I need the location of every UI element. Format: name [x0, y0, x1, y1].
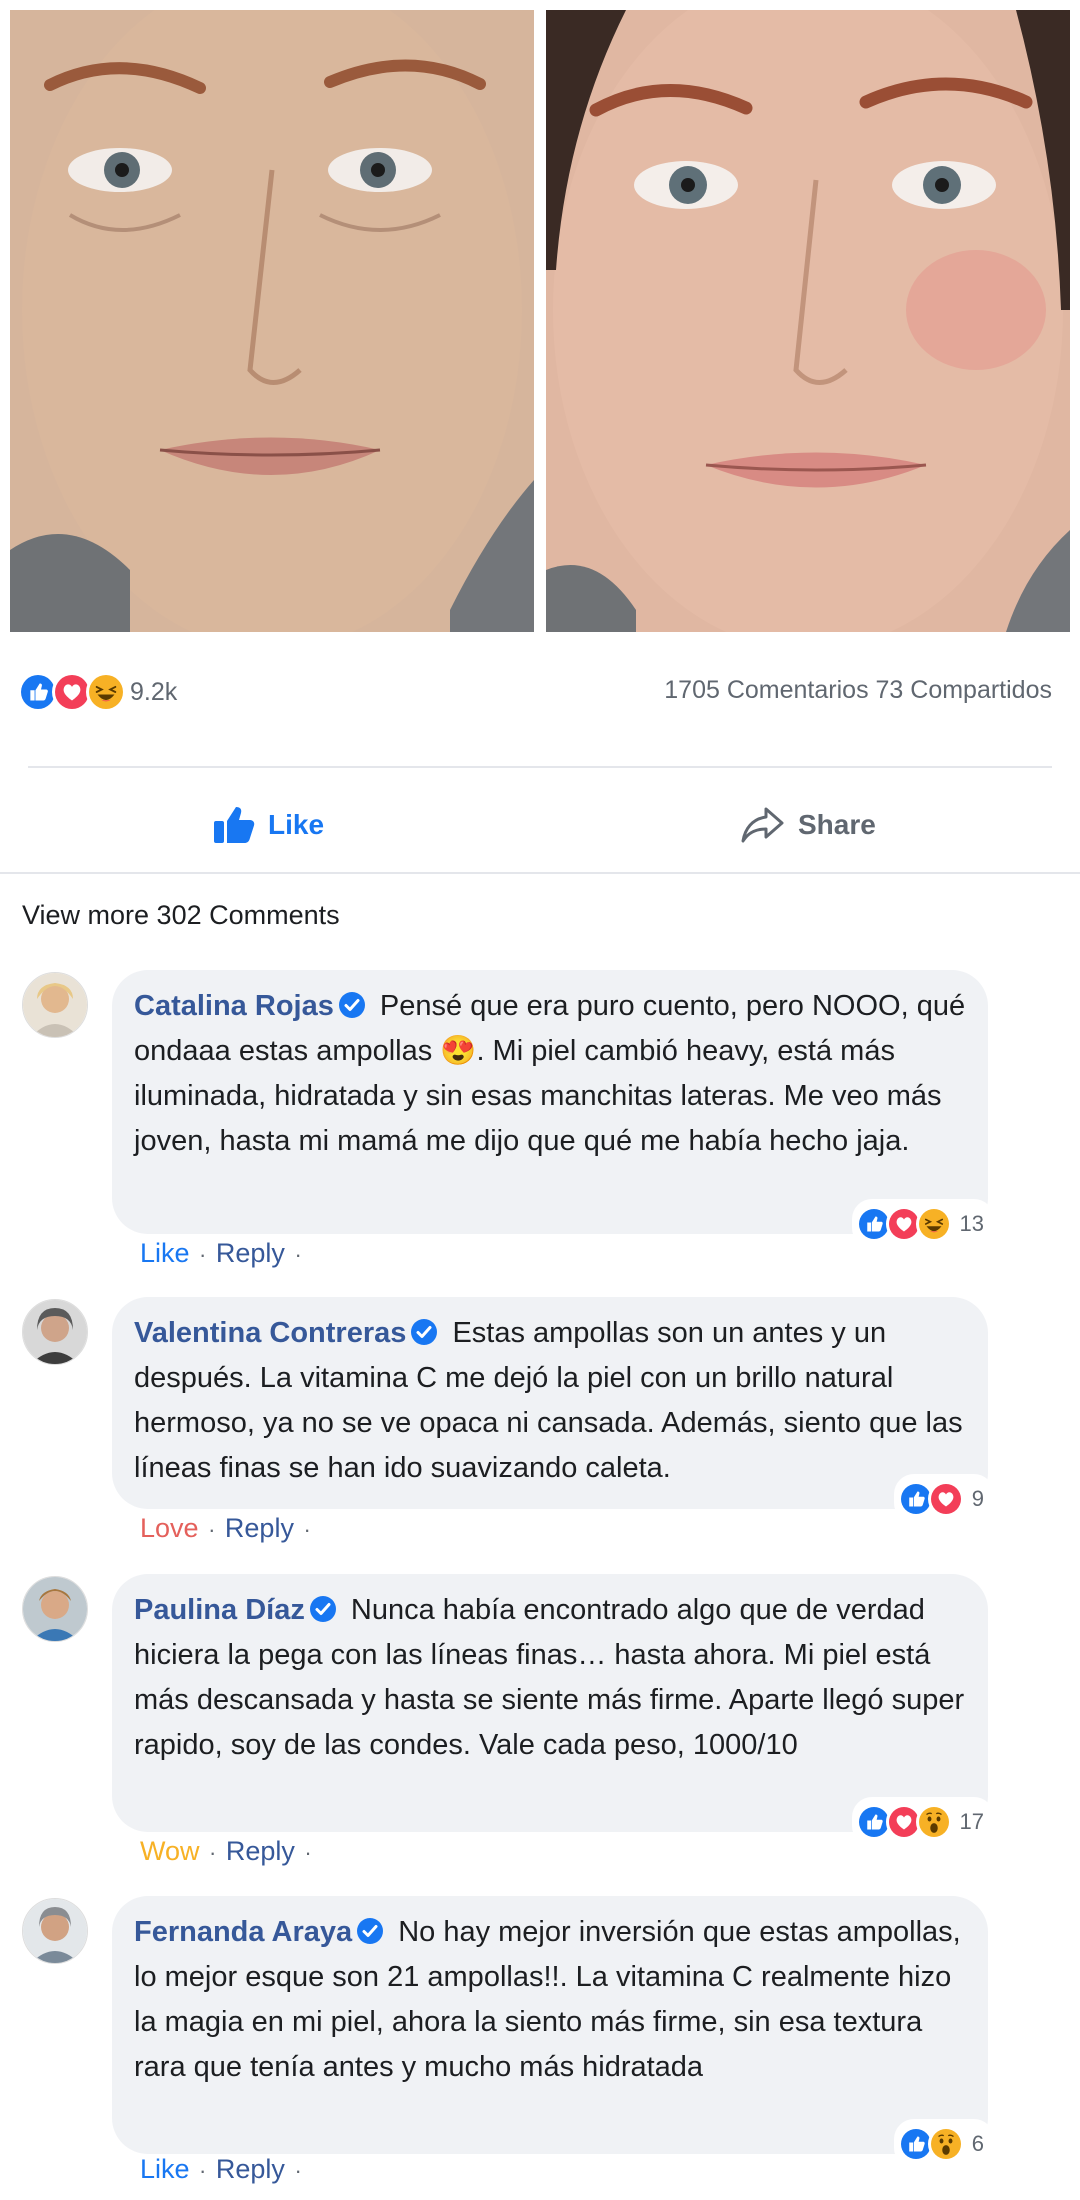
comment-bubble: Catalina Rojas Pensé que era puro cuento…	[112, 970, 994, 1248]
share-button[interactable]: Share	[740, 805, 876, 845]
comment-reply-button[interactable]: Reply	[225, 1513, 294, 1543]
comment-like-button[interactable]: Like	[140, 1238, 190, 1268]
wow-reaction-icon	[915, 1803, 952, 1840]
separator: ·	[303, 1517, 311, 1542]
comment-reaction-count: 13	[959, 1211, 984, 1236]
separator: ·	[294, 1242, 302, 1267]
before-photo[interactable]	[10, 10, 534, 632]
comment-reaction-count: 9	[971, 1486, 984, 1511]
comment-bubble: Paulina Díaz Nunca había encontrado algo…	[112, 1574, 994, 1846]
separator: ·	[209, 1840, 217, 1865]
avatar[interactable]	[22, 972, 88, 1038]
view-more-comments-link[interactable]: View more 302 Comments	[22, 900, 340, 931]
comment-reactions[interactable]: 9	[893, 1474, 994, 1523]
avatar[interactable]	[22, 1898, 88, 1964]
separator: ·	[208, 1517, 216, 1542]
separator: ·	[199, 2158, 207, 2183]
comment-reactions[interactable]: 17	[851, 1797, 994, 1846]
haha-reaction-icon	[86, 672, 126, 712]
comment-reply-button[interactable]: Reply	[226, 1836, 295, 1866]
comment-author[interactable]: Valentina Contreras	[134, 1317, 406, 1349]
reaction-count: 9.2k	[130, 677, 178, 706]
comment-actions: Like · Reply ·	[140, 2154, 304, 2185]
after-photo[interactable]	[546, 10, 1070, 632]
share-icon	[741, 807, 784, 843]
like-button[interactable]: Like	[212, 805, 324, 845]
comment-actions: Wow · Reply ·	[140, 1836, 314, 1867]
comment-like-button[interactable]: Like	[140, 2154, 190, 2184]
verified-badge-icon	[410, 1318, 438, 1346]
comment-reply-button[interactable]: Reply	[216, 1238, 285, 1268]
verified-badge-icon	[309, 1595, 337, 1623]
comment-bubble: Valentina Contreras Estas ampollas son u…	[112, 1297, 994, 1523]
separator: ·	[304, 1840, 312, 1865]
separator: ·	[199, 1242, 207, 1267]
comment-actions: Love · Reply ·	[140, 1513, 313, 1544]
wow-reaction-icon	[927, 2125, 964, 2162]
comment-reaction-count: 6	[971, 2131, 984, 2156]
comment-author[interactable]: Paulina Díaz	[134, 1594, 305, 1626]
comment-author[interactable]: Catalina Rojas	[134, 990, 334, 1022]
comment-reply-button[interactable]: Reply	[216, 2154, 285, 2184]
avatar[interactable]	[22, 1576, 88, 1642]
separator: ·	[294, 2158, 302, 2183]
like-label: Like	[268, 809, 325, 840]
heart-eyes-emoji: 😍	[440, 1035, 477, 1067]
love-reaction-icon	[927, 1480, 964, 1517]
verified-badge-icon	[356, 1917, 384, 1945]
comment-love-button[interactable]: Love	[140, 1513, 199, 1543]
comment-author[interactable]: Fernanda Araya	[134, 1916, 352, 1948]
comment-reaction-count: 17	[959, 1809, 984, 1834]
comment-reactions[interactable]: 13	[851, 1199, 994, 1248]
avatar[interactable]	[22, 1299, 88, 1365]
share-label: Share	[798, 809, 876, 840]
comment-reactions[interactable]: 6	[893, 2119, 994, 2168]
divider	[28, 766, 1052, 768]
verified-badge-icon	[338, 991, 366, 1019]
divider	[0, 872, 1080, 874]
haha-reaction-icon	[915, 1205, 952, 1242]
thumbs-up-icon	[214, 807, 255, 843]
comment-bubble: Fernanda Araya No hay mejor inversión qu…	[112, 1896, 994, 2168]
comment-actions: Like · Reply ·	[140, 1238, 304, 1269]
post-reactions[interactable]: 9.2k	[18, 670, 177, 714]
post-stats[interactable]: 1705 Comentarios 73 Compartidos	[664, 676, 1052, 705]
comment-wow-button[interactable]: Wow	[140, 1836, 200, 1866]
